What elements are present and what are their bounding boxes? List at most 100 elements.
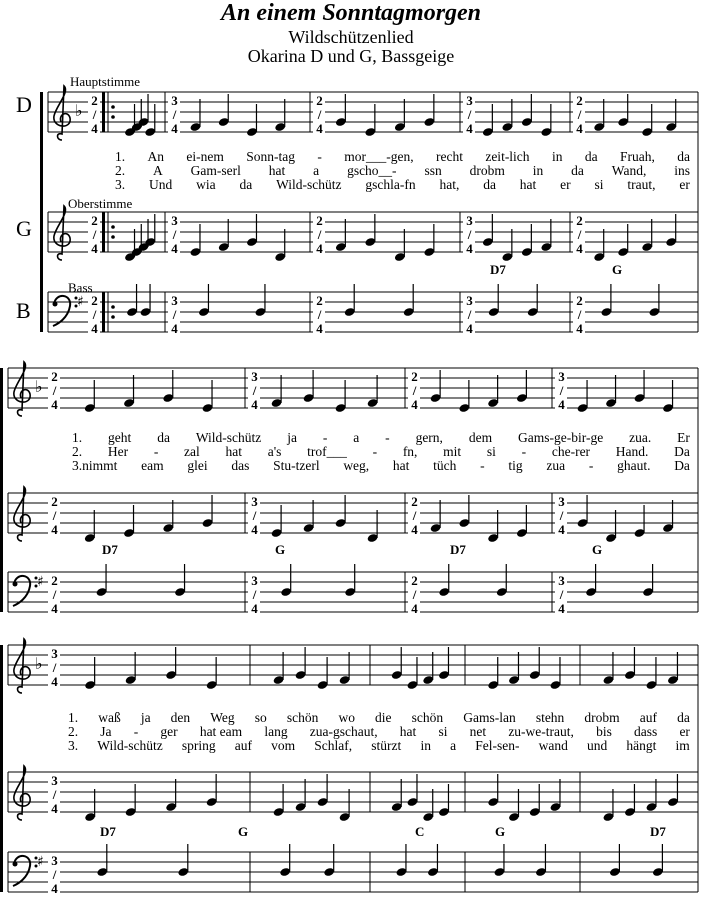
lyric-syllable: a's (267, 444, 282, 459)
lyric-syllable: An (147, 149, 165, 164)
lyric-syllable: stehn (535, 710, 565, 725)
flat-key-signature: ♭ (35, 654, 43, 673)
lyric-syllable: - (372, 444, 378, 459)
lyric-syllable: drobm (469, 163, 505, 178)
lyric-syllable: ja (287, 430, 297, 445)
lyric-syllable: tüch (433, 458, 457, 473)
lyric-syllable: Ja (100, 724, 112, 739)
lyric-syllable: hat (399, 724, 417, 739)
repeat-barline (102, 212, 105, 252)
lyric-syllable: er (560, 177, 571, 192)
lyric-syllable: zeit-lich (485, 149, 530, 164)
repeat-barline (102, 92, 105, 132)
lyric-syllable: - (133, 724, 139, 739)
lyric-syllable: Stu-tzerl (273, 458, 320, 473)
lyric-syllable: im (675, 738, 690, 753)
lyric-syllable: Hand. (615, 444, 649, 459)
lyric-syllable: glei (187, 458, 208, 473)
lyric-syllable: gscho__- (347, 163, 397, 178)
lyric-syllable: ja (140, 710, 151, 725)
lyric-syllable: Fruah, (619, 149, 655, 164)
sharp-key-signature: ♯ (77, 294, 84, 310)
chord-symbol: C (415, 824, 425, 839)
lyric-syllable: gern, (415, 430, 443, 445)
time-signature: 3/4 (47, 646, 62, 688)
lyric-syllable: er (679, 724, 690, 739)
lyric-line-verse-3: 3. Und wia da Wild-schütz gschla-fn hat, da hat e… (115, 178, 690, 192)
lyric-syllable: hat (268, 163, 286, 178)
time-signature: 3/4 (462, 293, 477, 335)
lyric-syllable: Gams-lan (463, 710, 516, 725)
lyric-syllable: tig (508, 458, 523, 473)
system-bracket (40, 92, 43, 332)
lyric-syllable: Er (677, 430, 690, 445)
lyric-syllable: - (322, 430, 328, 445)
lyric-syllable: weg, (343, 458, 370, 473)
lyric-syllable: a (450, 738, 457, 753)
lyric-syllable: Und (148, 177, 173, 192)
lyric-syllable: a (353, 430, 360, 445)
lyric-syllable: Wild-schütz (97, 738, 163, 753)
time-signature: 3/4 (167, 93, 182, 135)
repeat-dot (111, 225, 115, 229)
time-signature: 2/4 (407, 369, 422, 411)
system-bracket (0, 368, 3, 612)
chord-symbol: G (592, 542, 603, 557)
lyric-syllable: Wild-schütz (276, 177, 342, 192)
time-signature: 2/4 (407, 494, 422, 536)
time-signature: 2/4 (87, 93, 102, 135)
lyric-syllable: 2. (68, 724, 79, 739)
chord-symbol: G (275, 542, 286, 557)
repeat-dot (111, 105, 115, 109)
lyric-syllable: Fel-sen- (475, 738, 520, 753)
lyric-syllable: 3.nimmt (72, 458, 118, 473)
lyric-syllable: in (551, 149, 563, 164)
lyric-syllable: dem (468, 430, 493, 445)
lyric-syllable: stürzt (371, 738, 402, 753)
lyric-syllable: Da (674, 458, 690, 473)
lyric-syllable: auf (639, 710, 657, 725)
time-signature: 2/4 (312, 293, 327, 335)
sharp-key-signature: ♯ (37, 574, 44, 590)
lyric-syllable: dass (634, 724, 658, 739)
lyric-syllable: die (375, 710, 392, 725)
repeat-dot (111, 315, 115, 319)
bass-clef-icon (52, 295, 72, 327)
bass-clef-dot (52, 301, 58, 307)
lyric-syllable: bis (596, 724, 612, 739)
lyric-syllable: ei-nem (186, 149, 224, 164)
lyric-syllable: Her (107, 444, 129, 459)
bass-clef-dot (12, 861, 18, 867)
time-signature: 2/4 (87, 213, 102, 255)
lyric-syllable: hat eam (199, 724, 243, 739)
lyric-syllable: zua. (629, 430, 652, 445)
lyric-syllable: da (157, 430, 170, 445)
lyric-syllable: Wand, (611, 163, 647, 178)
time-signature: 3/4 (554, 369, 569, 411)
lyric-line-verse-1: 1. geht da Wild-schütz ja - a - gern, dem Gams-ge-… (72, 431, 690, 445)
bass-clef-icon (12, 575, 32, 607)
lyric-syllable: wo (338, 710, 355, 725)
lyric-syllable: mit (443, 444, 462, 459)
lyric-syllable: ssn (424, 163, 442, 178)
lyric-syllable: Schlaf, (314, 738, 353, 753)
lyric-syllable: ger (160, 724, 178, 739)
lyric-syllable: - (588, 458, 594, 473)
lyric-syllable: traut, (627, 177, 656, 192)
lyric-syllable: fn, (402, 444, 418, 459)
flat-key-signature: ♭ (35, 377, 43, 396)
lyric-syllable: ins (674, 163, 690, 178)
lyric-syllable: hat (519, 177, 537, 192)
system-bracket (0, 645, 3, 892)
chord-symbol: G (612, 262, 623, 277)
lyric-syllable: Gams-ge-bir-ge (518, 430, 604, 445)
lyric-syllable: das (231, 458, 250, 473)
lyric-syllable: schön (286, 710, 319, 725)
lyric-syllable: 2. (115, 163, 126, 178)
lyric-syllable: schön (411, 710, 444, 725)
chord-symbol: D7 (490, 262, 506, 277)
time-signature: 3/4 (167, 293, 182, 335)
repeat-dot (111, 235, 115, 239)
time-signature: 3/4 (462, 213, 477, 255)
lyric-syllable: Gam-serl (190, 163, 241, 178)
